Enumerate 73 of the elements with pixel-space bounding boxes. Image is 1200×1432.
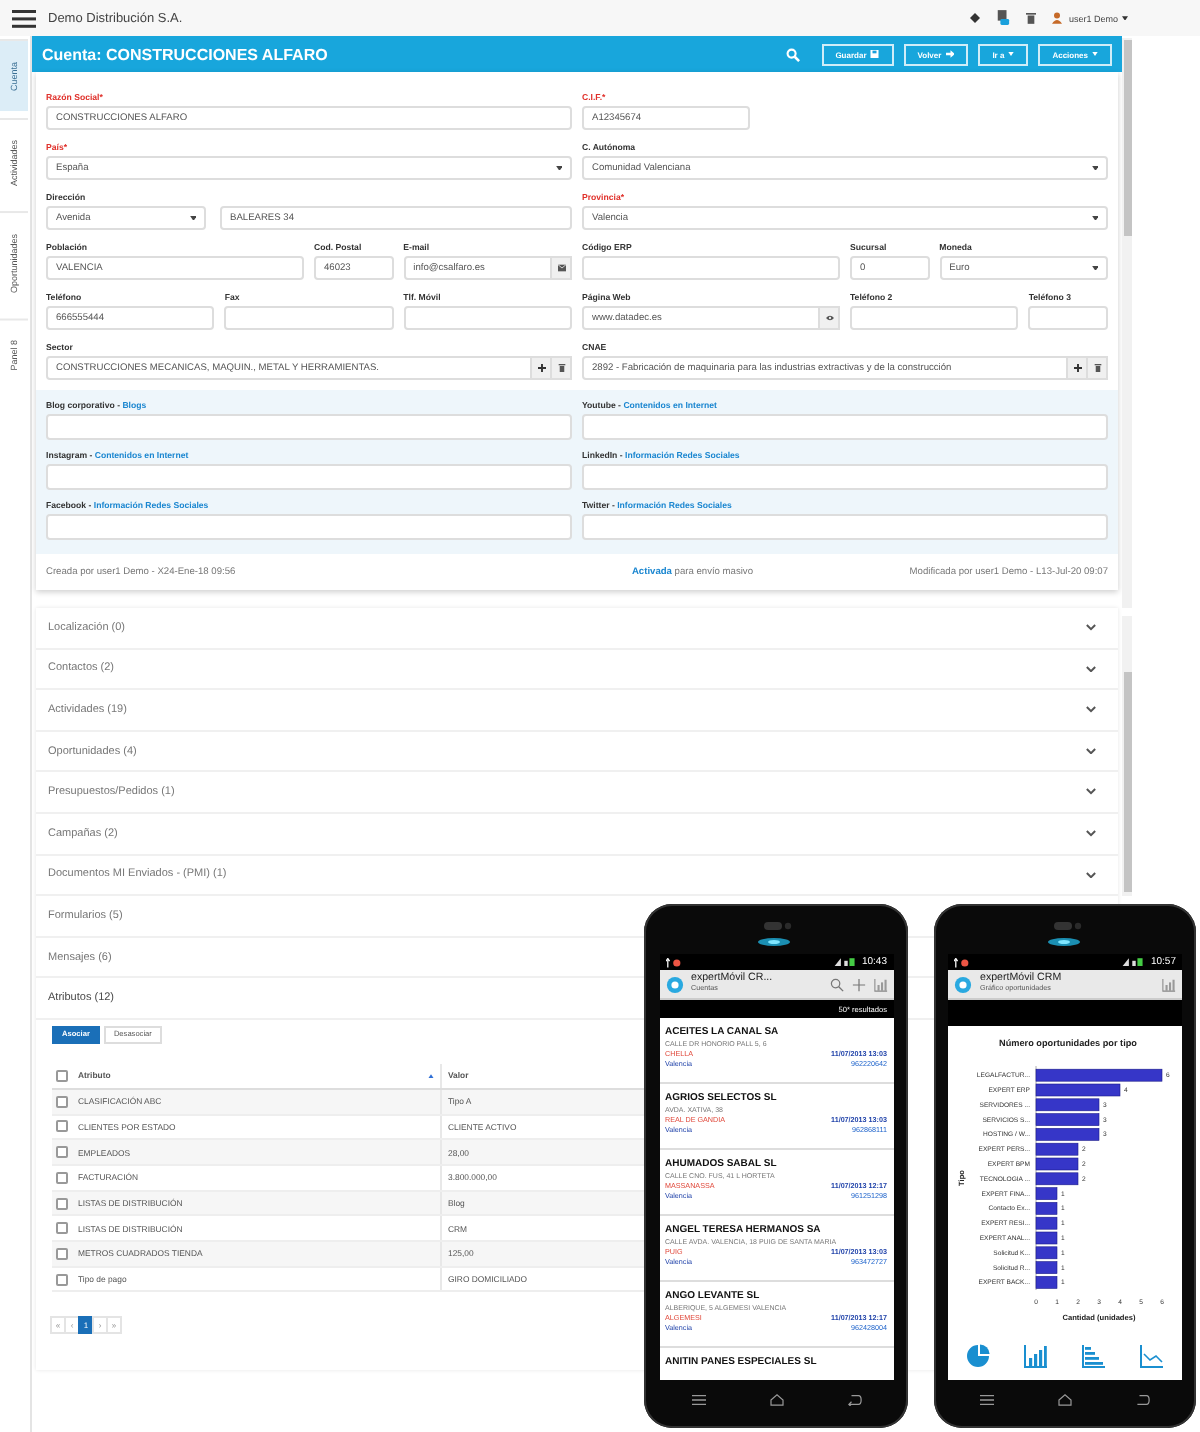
back-icon[interactable] — [847, 1394, 861, 1406]
checkbox[interactable] — [56, 1247, 68, 1260]
horizontal-bar-chart-icon[interactable] — [1082, 1343, 1107, 1367]
plus-icon[interactable] — [851, 977, 865, 991]
app-logo-icon — [665, 975, 683, 993]
caret-icon — [189, 215, 196, 221]
plus-icon — [537, 364, 545, 372]
eye-icon — [825, 314, 833, 322]
plus-icon — [1073, 364, 1081, 372]
checkbox[interactable] — [56, 1146, 68, 1159]
chart-icon[interactable] — [1162, 977, 1176, 991]
caret-icon — [1008, 52, 1015, 56]
checkbox[interactable] — [56, 1222, 68, 1235]
document-icon[interactable] — [996, 10, 1011, 26]
text-field[interactable] — [403, 306, 572, 330]
text-field[interactable] — [582, 514, 1108, 540]
user-icon — [1052, 12, 1063, 24]
caret-icon — [555, 165, 562, 171]
diamond-icon[interactable] — [970, 12, 981, 24]
text-field[interactable] — [224, 306, 394, 330]
home-icon[interactable] — [769, 1394, 783, 1406]
menu-icon[interactable] — [12, 9, 36, 27]
scrollbar[interactable] — [1122, 38, 1132, 608]
add-button[interactable] — [532, 356, 552, 380]
scrollbar-thumb[interactable] — [1123, 672, 1131, 892]
signal-icon — [833, 957, 858, 967]
notification-icon — [665, 957, 683, 967]
back-icon[interactable] — [1136, 1394, 1150, 1406]
checkbox[interactable] — [56, 1095, 68, 1108]
text-field[interactable] — [46, 414, 572, 440]
signal-icon — [1122, 957, 1147, 967]
checkbox[interactable] — [56, 1120, 68, 1133]
home-icon[interactable] — [1058, 1394, 1072, 1406]
caret-icon — [1122, 15, 1128, 21]
pie-chart-icon[interactable] — [965, 1343, 990, 1367]
add-button[interactable] — [1068, 356, 1088, 380]
text-field[interactable] — [1028, 306, 1108, 330]
text-field[interactable] — [582, 464, 1108, 490]
checkbox[interactable] — [56, 1197, 68, 1210]
addon-button[interactable] — [552, 256, 572, 280]
app-logo-icon — [954, 975, 972, 993]
caret-icon — [1091, 215, 1098, 221]
text-field[interactable] — [582, 414, 1108, 440]
checkbox[interactable] — [56, 1171, 68, 1184]
search-icon[interactable] — [829, 977, 843, 991]
caret-icon — [1091, 165, 1098, 171]
menu-icon[interactable] — [691, 1394, 705, 1406]
text-field[interactable] — [850, 306, 1019, 330]
notification-icon — [954, 957, 972, 967]
trash-icon — [557, 364, 565, 372]
arrow-icon — [945, 50, 955, 58]
delete-button[interactable] — [552, 356, 572, 380]
line-chart-icon[interactable] — [1140, 1343, 1165, 1367]
trash-icon[interactable] — [1026, 12, 1037, 24]
text-field[interactable] — [582, 256, 840, 280]
delete-button[interactable] — [1088, 356, 1108, 380]
caret-icon — [1091, 265, 1098, 271]
text-field[interactable] — [46, 514, 572, 540]
text-field[interactable] — [46, 464, 572, 490]
menu-icon[interactable] — [980, 1394, 994, 1406]
addon-button[interactable] — [820, 306, 840, 330]
scrollbar-thumb[interactable] — [1123, 40, 1131, 236]
floppy-icon — [870, 50, 880, 58]
scrollbar[interactable] — [1122, 616, 1132, 896]
caret-icon — [1092, 52, 1098, 56]
chart-icon[interactable] — [873, 977, 887, 991]
envelope-icon — [557, 264, 565, 272]
bar-chart-icon[interactable] — [1023, 1343, 1048, 1367]
trash-icon — [1093, 364, 1101, 372]
page-title: Cuenta: CONSTRUCCIONES ALFARO — [42, 45, 328, 63]
sort-icon[interactable] — [428, 1073, 434, 1079]
checkbox[interactable] — [56, 1273, 68, 1286]
checkbox[interactable] — [56, 1069, 68, 1082]
